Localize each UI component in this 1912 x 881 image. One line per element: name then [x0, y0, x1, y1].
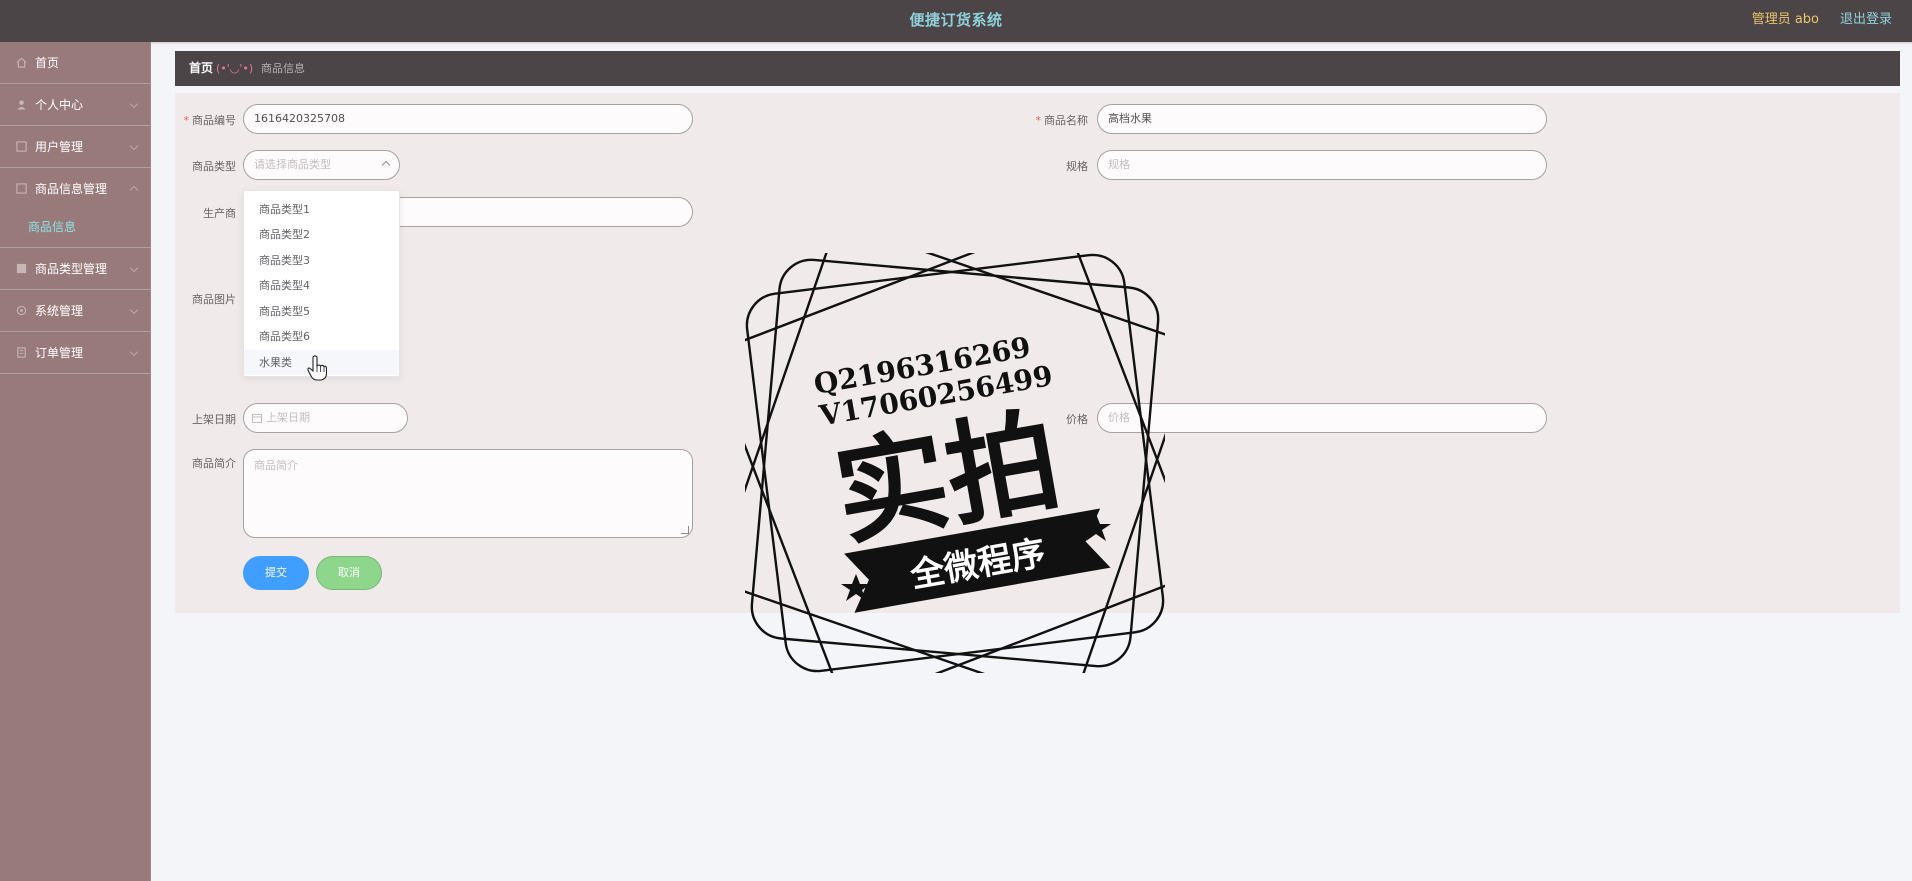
sidebar-item-category-management[interactable]: 商品类型管理	[0, 248, 151, 290]
chevron-down-icon	[129, 347, 139, 357]
breadcrumb-current: 商品信息	[261, 62, 305, 75]
goods-no-label: * 商品编号	[183, 114, 237, 127]
sidebar-item-label: 个人中心	[35, 98, 84, 112]
goods-name-input[interactable]: 高档水果	[1097, 104, 1547, 134]
sidebar-item-order-management[interactable]: 订单管理	[0, 332, 151, 374]
goods-type-label: 商品类型	[192, 160, 236, 173]
category-icon	[16, 263, 27, 274]
hand-cursor-icon	[307, 355, 327, 381]
sidebar-item-label: 系统管理	[35, 304, 84, 318]
goods-no-input[interactable]: 1616420325708	[243, 104, 693, 134]
spec-input[interactable]: 规格	[1097, 150, 1547, 180]
system-icon	[16, 305, 27, 316]
chevron-down-icon	[129, 141, 139, 151]
goods-name-value: 高档水果	[1108, 112, 1152, 125]
goods-type-placeholder: 请选择商品类型	[254, 158, 331, 171]
required-mark: *	[183, 114, 190, 127]
intro-label: 商品简介	[192, 457, 236, 470]
submit-button[interactable]: 提交	[243, 556, 309, 590]
dropdown-option[interactable]: 商品类型3	[244, 248, 399, 273]
goods-name-label: * 商品名称	[1035, 114, 1089, 127]
sidebar-item-home[interactable]: 首页	[0, 42, 151, 84]
intro-textarea[interactable]: 商品简介	[243, 449, 693, 538]
resize-handle[interactable]	[681, 526, 689, 534]
sidebar-item-system-management[interactable]: 系统管理	[0, 290, 151, 332]
chevron-down-icon	[129, 99, 139, 109]
spec-placeholder: 规格	[1108, 158, 1130, 171]
sidebar-item-user-management[interactable]: 用户管理	[0, 126, 151, 168]
sidebar-item-label: 商品信息管理	[35, 182, 108, 196]
chevron-down-icon	[129, 305, 139, 315]
producer-label: 生产商	[203, 207, 236, 220]
dropdown-option[interactable]: 商品类型4	[244, 273, 399, 298]
dropdown-option[interactable]: 商品类型5	[244, 299, 399, 324]
dropdown-option[interactable]: 商品类型1	[244, 197, 399, 222]
shelf-date-placeholder: 上架日期	[266, 411, 310, 424]
shelf-date-label: 上架日期	[192, 413, 236, 426]
chevron-down-icon	[129, 263, 139, 273]
chevron-up-icon	[381, 160, 391, 170]
breadcrumb-home[interactable]: 首页	[189, 51, 213, 86]
dropdown-option[interactable]: 商品类型6	[244, 324, 399, 349]
breadcrumb-separator: (•'◡'•)	[216, 62, 254, 75]
users-icon	[16, 141, 27, 152]
required-mark: *	[1035, 114, 1042, 127]
chevron-up-icon	[129, 185, 139, 195]
goods-image-label: 商品图片	[192, 293, 236, 306]
sidebar-item-goods-management[interactable]: 商品信息管理	[0, 168, 151, 210]
sidebar-item-label: 首页	[35, 56, 60, 70]
calendar-icon	[252, 414, 262, 423]
order-icon	[17, 347, 26, 358]
goods-no-value: 1616420325708	[254, 112, 345, 125]
shelf-date-picker[interactable]: 上架日期	[243, 403, 408, 433]
sidebar-item-personal-center[interactable]: 个人中心	[0, 84, 151, 126]
logout-link[interactable]: 退出登录	[1840, 0, 1892, 42]
dropdown-option[interactable]: 商品类型2	[244, 222, 399, 247]
sidebar-subitem-goods-info[interactable]: 商品信息	[0, 210, 151, 248]
user-icon	[17, 100, 26, 110]
intro-placeholder: 商品简介	[254, 459, 298, 472]
sidebar-item-label: 用户管理	[35, 140, 84, 154]
cancel-button[interactable]: 取消	[316, 556, 382, 590]
sidebar-item-label: 订单管理	[35, 346, 84, 360]
goods-type-dropdown: 商品类型1 商品类型2 商品类型3 商品类型4 商品类型5 商品类型6 水果类	[243, 190, 400, 377]
app-title: 便捷订货系统	[909, 11, 1003, 29]
goods-icon	[16, 183, 27, 194]
header-shadow	[0, 42, 1912, 45]
breadcrumb: 首页 (•'◡'•) 商品信息	[175, 51, 1900, 86]
sidebar: 首页 个人中心 用户管理 商品信息管理 商品信息 商品类型管理 系统管理 订单管…	[0, 42, 151, 881]
spec-label: 规格	[1066, 160, 1088, 173]
sidebar-item-label: 商品类型管理	[35, 262, 108, 276]
top-header: 便捷订货系统 管理员 abo 退出登录	[0, 0, 1912, 42]
goods-type-select[interactable]: 请选择商品类型	[243, 150, 400, 180]
watermark-stamp: Q2196316269 V17060256499 实拍 全微程序	[745, 253, 1165, 673]
admin-username: 管理员 abo	[1751, 12, 1819, 27]
sidebar-subitem-label: 商品信息	[28, 220, 77, 234]
home-icon	[16, 57, 27, 68]
